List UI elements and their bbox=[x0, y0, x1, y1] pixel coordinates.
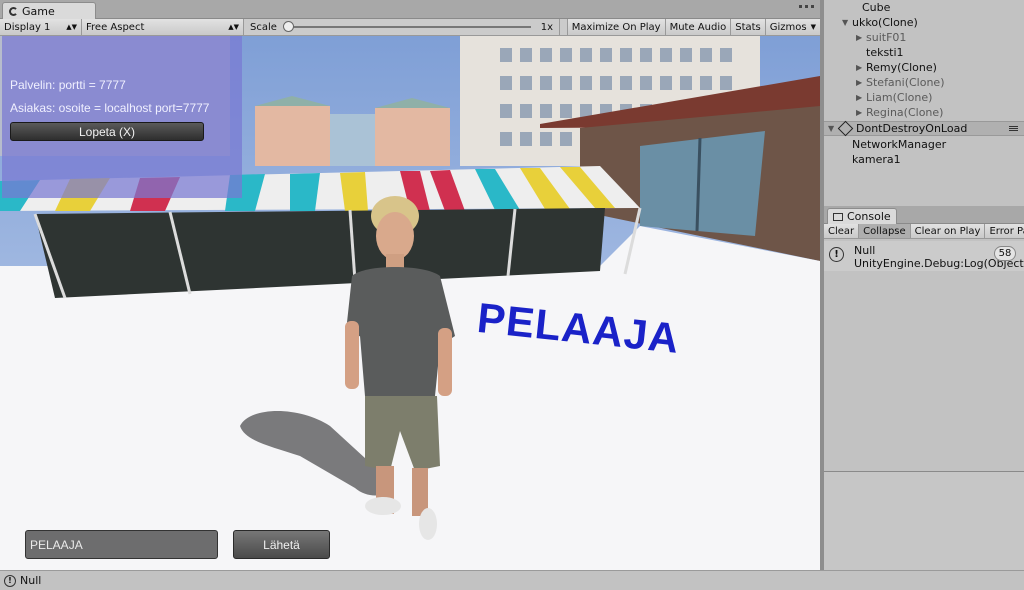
hierarchy-item[interactable]: ▶ Regina(Clone) bbox=[824, 105, 1024, 120]
hierarchy-item[interactable]: teksti1 bbox=[824, 45, 1024, 60]
chevron-down-icon: ▼ bbox=[810, 23, 816, 31]
log-message: Null bbox=[854, 244, 876, 257]
maximize-on-play-toggle[interactable]: Maximize On Play bbox=[566, 19, 665, 35]
hierarchy-item-label: kamera1 bbox=[852, 153, 901, 166]
hierarchy-item-label: Stefani(Clone) bbox=[866, 76, 945, 89]
tab-options-icon[interactable] bbox=[799, 5, 814, 8]
expand-arrow-icon[interactable]: ▶ bbox=[856, 33, 866, 42]
hierarchy-item[interactable]: ▶ Remy(Clone) bbox=[824, 60, 1024, 75]
tab-game[interactable]: Game bbox=[2, 2, 96, 20]
hierarchy-item-label: Liam(Clone) bbox=[866, 91, 933, 104]
network-status-overlay: Palvelin: portti = 7777 Asiakas: osoite … bbox=[2, 36, 242, 198]
status-message: Null bbox=[20, 574, 42, 587]
gizmos-dropdown[interactable]: Gizmos ▼ bbox=[764, 19, 820, 35]
console-log-entry[interactable]: ! Null UnityEngine.Debug:Log(Object) 58 bbox=[824, 241, 1024, 271]
game-tab-bar: Game bbox=[0, 0, 820, 20]
console-tab-bar: Console bbox=[824, 206, 1024, 224]
hierarchy-item-label: Remy(Clone) bbox=[866, 61, 937, 74]
scale-value: 1x bbox=[540, 21, 553, 33]
scale-label: Scale bbox=[250, 21, 277, 33]
hierarchy-item-label: Cube bbox=[862, 1, 891, 14]
tab-console-label: Console bbox=[847, 210, 891, 223]
unity-scene-icon bbox=[837, 120, 854, 137]
building-pink-2 bbox=[375, 108, 450, 166]
chat-input[interactable] bbox=[25, 530, 218, 559]
gizmos-label: Gizmos bbox=[769, 21, 807, 33]
scale-control: Scale 1x bbox=[244, 19, 560, 35]
hierarchy-item-label: NetworkManager bbox=[852, 138, 947, 151]
console-clear-on-play-toggle[interactable]: Clear on Play bbox=[910, 224, 986, 238]
hierarchy-item[interactable]: ▶ Stefani(Clone) bbox=[824, 75, 1024, 90]
scene-options-icon[interactable] bbox=[1009, 126, 1018, 131]
hierarchy-item[interactable]: Cube bbox=[824, 0, 1024, 15]
expand-arrow-icon[interactable]: ▶ bbox=[856, 78, 866, 87]
console-toolbar: Clear Collapse Clear on Play Error Pause bbox=[824, 224, 1024, 239]
console-icon bbox=[833, 212, 843, 221]
console-collapse-toggle[interactable]: Collapse bbox=[859, 224, 911, 238]
log-count-badge: 58 bbox=[994, 246, 1016, 261]
console-detail-pane bbox=[824, 471, 1024, 570]
hierarchy-item[interactable]: ▶ suitF01 bbox=[824, 30, 1024, 45]
hierarchy-item-label: suitF01 bbox=[866, 31, 907, 44]
game-toolbar: Display 1 ▲▼ Free Aspect ▲▼ Scale 1x Max… bbox=[0, 19, 820, 36]
hierarchy-scene-row[interactable]: ▼ DontDestroyOnLoad bbox=[824, 120, 1024, 137]
mute-audio-toggle[interactable]: Mute Audio bbox=[664, 19, 731, 35]
hierarchy-item-label: teksti1 bbox=[866, 46, 904, 59]
scene-label: DontDestroyOnLoad bbox=[856, 122, 968, 135]
scale-slider[interactable] bbox=[282, 21, 531, 32]
server-status-text: Palvelin: portti = 7777 bbox=[10, 78, 126, 92]
send-button[interactable]: Lähetä bbox=[233, 530, 330, 559]
hierarchy-item[interactable]: ▼ ukko(Clone) bbox=[824, 15, 1024, 30]
glass-dome bbox=[330, 114, 375, 166]
display-dropdown-label: Display 1 bbox=[4, 21, 51, 33]
stats-toggle[interactable]: Stats bbox=[730, 19, 765, 35]
client-status-text: Asiakas: osoite = localhost port=7777 bbox=[10, 101, 210, 115]
expand-arrow-icon[interactable]: ▶ bbox=[856, 63, 866, 72]
expand-arrow-icon[interactable]: ▶ bbox=[856, 108, 866, 117]
console-clear-button[interactable]: Clear bbox=[824, 224, 860, 238]
aspect-dropdown[interactable]: Free Aspect ▲▼ bbox=[82, 19, 244, 35]
game-view[interactable]: PELAAJA Palvelin: portti = 7777 Asiakas:… bbox=[0, 36, 820, 570]
chevron-down-icon: ▲▼ bbox=[228, 23, 239, 31]
console-error-pause-toggle[interactable]: Error Pause bbox=[985, 224, 1024, 238]
glass-door bbox=[640, 131, 765, 236]
info-icon: ! bbox=[4, 574, 16, 587]
scale-slider-knob[interactable] bbox=[282, 21, 294, 32]
hierarchy-item[interactable]: NetworkManager bbox=[824, 137, 1024, 152]
display-dropdown[interactable]: Display 1 ▲▼ bbox=[0, 19, 82, 35]
hierarchy-item[interactable]: kamera1 bbox=[824, 152, 1024, 167]
hierarchy-panel: Cube ▼ ukko(Clone) ▶ suitF01 teksti1 ▶ Remy… bbox=[824, 0, 1024, 204]
game-pacman-icon bbox=[9, 7, 18, 16]
stop-button[interactable]: Lopeta (X) bbox=[10, 122, 204, 141]
chevron-down-icon: ▲▼ bbox=[66, 23, 77, 31]
unity-editor: Game Display 1 ▲▼ Free Aspect ▲▼ Scale 1… bbox=[0, 0, 1024, 590]
expand-arrow-icon[interactable]: ▼ bbox=[828, 124, 838, 133]
hierarchy-item-label: Regina(Clone) bbox=[866, 106, 944, 119]
info-icon: ! bbox=[829, 247, 844, 262]
status-bar[interactable]: ! Null bbox=[0, 570, 1024, 590]
aspect-dropdown-label: Free Aspect bbox=[86, 21, 145, 33]
expand-arrow-icon[interactable]: ▼ bbox=[842, 18, 852, 27]
tab-console[interactable]: Console bbox=[827, 208, 897, 224]
hierarchy-item[interactable]: ▶ Liam(Clone) bbox=[824, 90, 1024, 105]
hierarchy-item-label: ukko(Clone) bbox=[852, 16, 918, 29]
building-pink-1 bbox=[255, 106, 330, 166]
expand-arrow-icon[interactable]: ▶ bbox=[856, 93, 866, 102]
console-log-list: ! Null UnityEngine.Debug:Log(Object) 58 bbox=[824, 239, 1024, 471]
tab-game-label: Game bbox=[22, 5, 55, 18]
